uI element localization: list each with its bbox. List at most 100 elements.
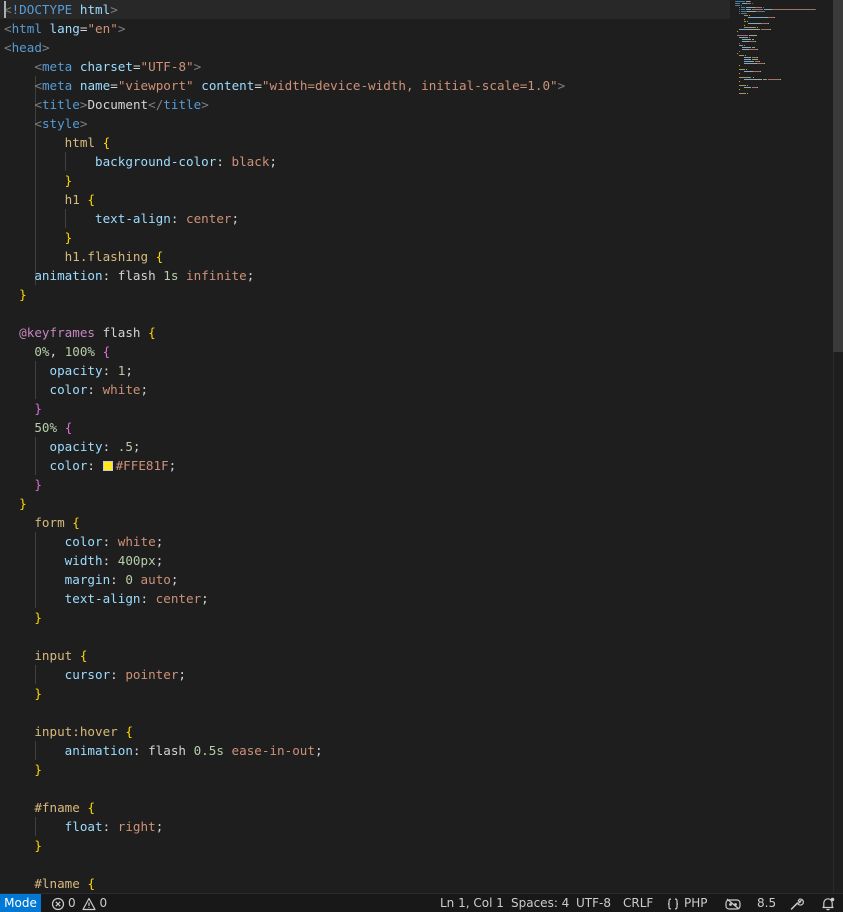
problems-indicator[interactable]: 0 0 xyxy=(51,894,107,912)
minimap-token xyxy=(739,43,741,44)
minimap-token xyxy=(754,7,763,8)
code-token: > xyxy=(201,97,209,112)
code-token: : xyxy=(170,211,186,226)
wrench-icon xyxy=(790,898,804,910)
code-line: margin: 0 auto; xyxy=(4,570,179,589)
code-token: ; xyxy=(178,667,187,682)
color-swatch[interactable] xyxy=(102,461,113,471)
code-token: </ xyxy=(148,97,164,112)
code-line: } xyxy=(4,760,42,779)
scrollbar-thumb[interactable] xyxy=(833,0,843,352)
code-token: } xyxy=(19,496,27,511)
code-line: html { xyxy=(4,133,111,152)
code-token: : xyxy=(216,154,232,169)
code-token: form xyxy=(34,515,65,530)
code-token: Document xyxy=(87,97,149,112)
code-line: @keyframes flash { xyxy=(4,323,156,342)
code-token: } xyxy=(34,838,42,853)
warning-count: 0 xyxy=(99,896,108,910)
minimap-token xyxy=(743,27,756,28)
minimap-token xyxy=(761,23,768,24)
code-token: "width=device-width, initial-scale=1.0" xyxy=(261,78,558,93)
minimap[interactable] xyxy=(735,0,833,160)
minimap-token xyxy=(737,53,739,54)
minimap-token xyxy=(749,37,751,38)
code-token: > xyxy=(79,116,88,131)
copilot-status[interactable] xyxy=(724,894,742,912)
code-token: < xyxy=(34,78,42,93)
code-token: ; xyxy=(155,534,164,549)
code-token: !DOCTYPE xyxy=(11,2,73,17)
minimap-token xyxy=(770,29,772,30)
minimap-token xyxy=(815,9,817,10)
php-version[interactable]: 8.5 xyxy=(757,894,776,912)
code-token: : xyxy=(102,553,118,568)
minimap-token xyxy=(748,17,766,18)
indentation-setting[interactable]: Spaces: 4 xyxy=(511,894,569,912)
minimap-token xyxy=(757,49,759,50)
cursor-position[interactable]: Ln 1, Col 1 xyxy=(440,894,504,912)
encoding-setting[interactable]: UTF-8 xyxy=(576,894,611,912)
code-area[interactable]: <!DOCTYPE html> <html lang="en"> <head> <m… xyxy=(0,0,730,893)
code-token: { xyxy=(125,724,133,739)
code-token: : flash xyxy=(102,268,164,283)
code-token: { xyxy=(87,192,96,207)
editor[interactable]: <!DOCTYPE html> <html lang="en"> <head> <m… xyxy=(0,0,843,893)
code-token: : xyxy=(110,667,126,682)
minimap-token xyxy=(755,35,757,36)
minimap-token xyxy=(743,15,749,16)
minimap-token xyxy=(753,47,755,48)
eol-setting[interactable]: CRLF xyxy=(623,894,653,912)
error-count: 0 xyxy=(68,896,76,910)
code-token: content xyxy=(201,78,255,93)
code-token: ; xyxy=(246,268,255,283)
code-token: > xyxy=(110,2,118,17)
error-circle-icon xyxy=(51,897,65,910)
mode-indicator[interactable]: Mode xyxy=(0,894,41,912)
minimap-token xyxy=(744,55,746,56)
minimap-token xyxy=(748,23,760,24)
language-mode[interactable]: PHP xyxy=(666,894,708,912)
minimap-token xyxy=(743,79,754,80)
code-line: <html lang="en"> xyxy=(4,19,125,38)
copilot-icon xyxy=(725,898,741,910)
minimap-token xyxy=(743,37,749,38)
code-token: 0.5s xyxy=(193,743,224,758)
code-line: } xyxy=(4,171,73,190)
minimap-token xyxy=(757,87,759,88)
minimap-token xyxy=(737,31,739,32)
code-token: : xyxy=(87,382,103,397)
minimap-token xyxy=(746,7,754,8)
minimap-token xyxy=(743,63,755,64)
code-line: } xyxy=(4,494,27,513)
minimap-token xyxy=(753,79,763,80)
minimap-token xyxy=(763,11,765,12)
code-token: center xyxy=(186,211,232,226)
code-token: style xyxy=(41,116,80,131)
code-token: input:hover xyxy=(34,724,118,739)
minimap-token xyxy=(772,9,816,10)
code-token: .5 xyxy=(117,439,133,454)
code-token: lang xyxy=(49,21,80,36)
code-line: text-align: center; xyxy=(4,209,239,228)
minimap-token xyxy=(739,55,744,56)
minimap-token xyxy=(739,85,746,86)
tools-button[interactable] xyxy=(789,894,804,912)
code-token: = xyxy=(110,78,118,93)
minimap-token xyxy=(739,89,741,90)
code-line: width: 400px; xyxy=(4,551,164,570)
code-token: { xyxy=(155,249,164,264)
notifications-button[interactable] xyxy=(820,894,836,912)
